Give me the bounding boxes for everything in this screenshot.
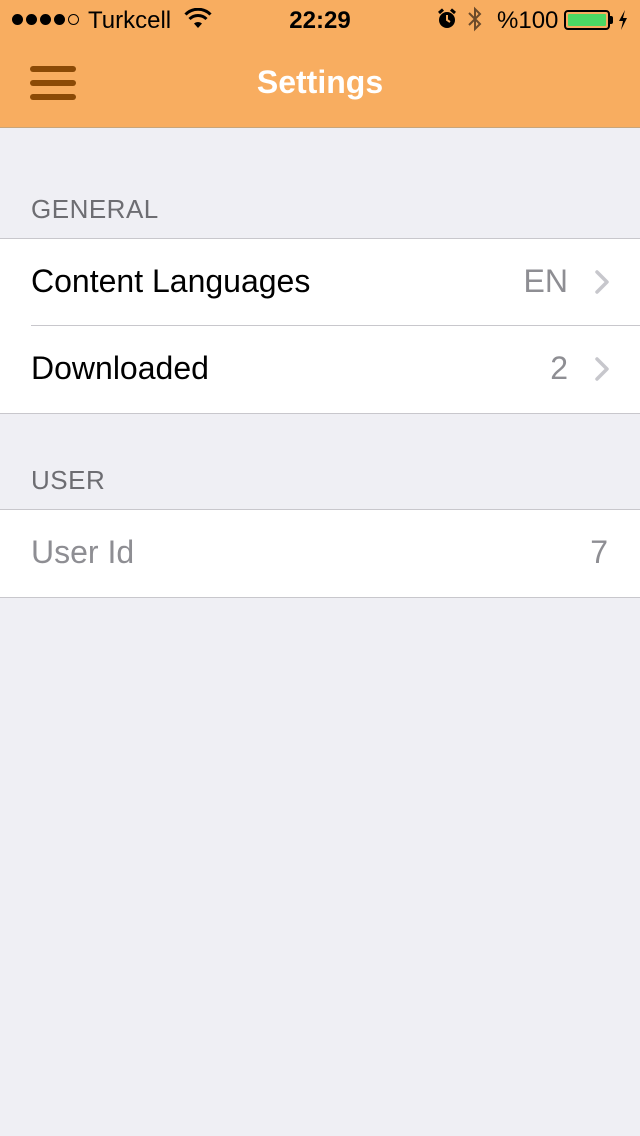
chevron-right-icon <box>595 270 609 294</box>
downloaded-row[interactable]: Downloaded 2 <box>0 326 640 413</box>
header: Turkcell 22:29 %100 Settings <box>0 0 640 128</box>
user-id-row: User Id 7 <box>0 510 640 597</box>
row-detail: 2 <box>550 350 568 386</box>
row-label: Content Languages <box>31 263 311 299</box>
section-header-user: USER <box>31 465 106 495</box>
settings-screen: Turkcell 22:29 %100 Settings GENERAL Con… <box>0 0 640 1136</box>
battery-level <box>568 14 606 26</box>
battery-tip <box>610 16 613 24</box>
row-detail: 7 <box>590 534 608 570</box>
content-languages-row[interactable]: Content Languages EN <box>0 239 640 326</box>
battery-icon <box>564 10 610 30</box>
status-bar: Turkcell 22:29 %100 <box>0 0 640 40</box>
charging-bolt-icon <box>619 10 627 30</box>
row-label: User Id <box>31 534 135 570</box>
row-label: Downloaded <box>31 350 209 386</box>
page-title: Settings <box>256 64 384 100</box>
settings-group-user: User Id 7 <box>0 509 640 598</box>
alarm-icon <box>438 8 456 28</box>
settings-group-general: Content Languages EN Downloaded 2 <box>0 238 640 414</box>
bluetooth-icon <box>468 6 482 32</box>
chevron-right-icon <box>595 357 609 381</box>
section-header-general: GENERAL <box>31 194 159 224</box>
battery-percentage: %100 <box>497 7 559 34</box>
row-detail: EN <box>523 263 568 299</box>
